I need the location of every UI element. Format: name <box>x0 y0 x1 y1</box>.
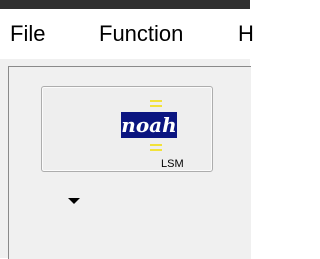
dropdown-arrow-icon[interactable] <box>68 198 80 204</box>
menu-bar: File Function H <box>0 9 254 59</box>
logo-stripe <box>150 100 162 102</box>
logo-stripe <box>150 105 162 107</box>
noah-logo-text: noah <box>121 112 177 138</box>
noah-lsm-button[interactable]: noah LSM <box>41 86 213 172</box>
logo-stripe <box>150 149 162 151</box>
noah-logo: noah LSM <box>80 87 184 173</box>
menu-function[interactable]: Function <box>99 21 183 47</box>
window-title-bar-edge <box>0 0 250 9</box>
noah-logo-subtext: LSM <box>161 158 184 170</box>
logo-stripe <box>150 144 162 146</box>
menu-help-partial[interactable]: H <box>238 21 254 47</box>
menu-file[interactable]: File <box>10 21 45 47</box>
